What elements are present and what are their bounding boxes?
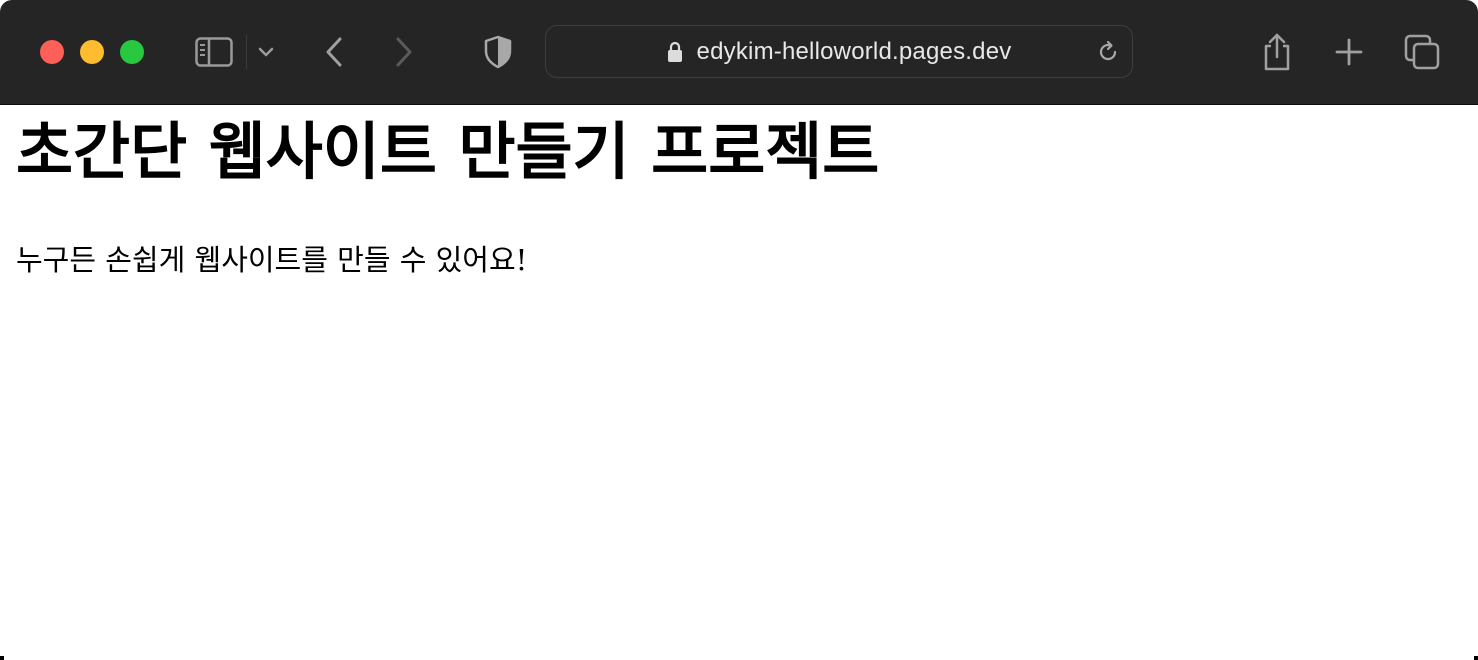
- sidebar-toggle-button[interactable]: [194, 32, 234, 72]
- page-content: 초간단 웹사이트 만들기 프로젝트 누구든 손쉽게 웹사이트를 만들 수 있어요…: [0, 105, 1478, 660]
- back-button[interactable]: [314, 32, 354, 72]
- page-description: 누구든 손쉽게 웹사이트를 만들 수 있어요!: [16, 243, 528, 277]
- url-text: edykim-helloworld.pages.dev: [696, 37, 1012, 65]
- window-corner-right: [1474, 656, 1478, 660]
- forward-button[interactable]: [384, 32, 424, 72]
- zoom-window-button[interactable]: [120, 40, 144, 64]
- tab-overview-button[interactable]: [1402, 32, 1442, 72]
- chevron-down-icon: [258, 47, 274, 57]
- new-tab-button[interactable]: [1329, 32, 1369, 72]
- forward-arrow-icon: [394, 36, 414, 68]
- back-arrow-icon: [324, 36, 344, 68]
- address-bar[interactable]: edykim-helloworld.pages.dev: [545, 25, 1133, 78]
- plus-icon: [1334, 37, 1364, 67]
- browser-toolbar: edykim-helloworld.pages.dev: [0, 0, 1478, 105]
- share-button[interactable]: [1257, 32, 1297, 72]
- share-icon: [1261, 32, 1293, 72]
- minimize-window-button[interactable]: [80, 40, 104, 64]
- lock-icon: [667, 41, 685, 63]
- privacy-report-button[interactable]: [478, 32, 518, 72]
- page-title: 초간단 웹사이트 만들기 프로젝트: [16, 115, 880, 188]
- toolbar-divider: [246, 34, 247, 70]
- window-corner-left: [0, 656, 4, 660]
- browser-window: edykim-helloworld.pages.dev 초간단 웹사이트 만들기…: [0, 0, 1478, 660]
- tab-overview-icon: [1404, 34, 1440, 70]
- sidebar-icon: [195, 37, 233, 67]
- shield-icon: [483, 35, 513, 69]
- close-window-button[interactable]: [40, 40, 64, 64]
- reload-icon[interactable]: [1094, 38, 1122, 66]
- sidebar-menu-button[interactable]: [248, 32, 284, 72]
